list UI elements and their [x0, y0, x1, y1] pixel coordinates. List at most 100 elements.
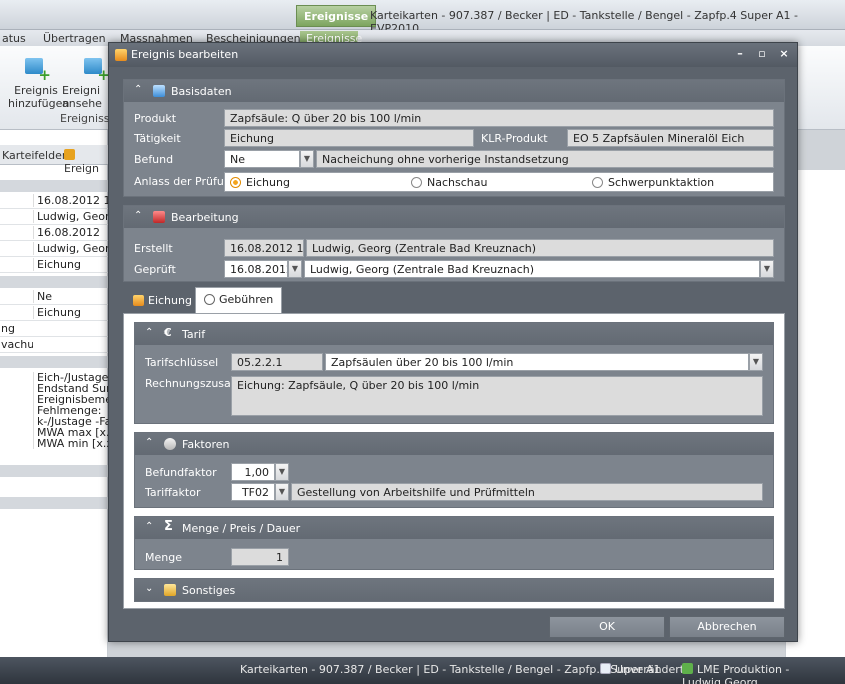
doctab-ereignisse[interactable]: Ereign — [64, 149, 108, 175]
radio-nachschau[interactable]: Nachschau — [411, 176, 487, 189]
menge-title: Menge / Preis / Dauer — [182, 522, 301, 535]
left-panel-cell: 16.08.2012 — [33, 226, 108, 239]
taetigkeit-field: Eichung — [224, 129, 474, 147]
befund-label: Befund — [134, 153, 174, 166]
left-panel-row[interactable]: Ludwig, Georg — [0, 210, 108, 225]
menge-field[interactable]: 1 — [231, 548, 289, 566]
chevron-down-icon[interactable]: ▼ — [760, 260, 774, 278]
close-button[interactable]: × — [775, 46, 793, 62]
radio-eichung[interactable]: Eichung — [230, 176, 290, 189]
context-tab-ereignisse[interactable]: Ereignisse — [296, 5, 377, 27]
tarifschluessel-label: Tarifschlüssel — [145, 356, 219, 369]
tab-eichung[interactable]: Eichung — [125, 289, 200, 313]
produkt-label: Produkt — [134, 112, 177, 125]
cancel-button[interactable]: Abbrechen — [669, 616, 785, 638]
left-panel-row[interactable]: ng — [0, 322, 108, 337]
rechnungszusatz-textarea[interactable]: Eichung: Zapfsäule, Q über 20 bis 100 l/… — [231, 376, 763, 416]
geprueft-user-select[interactable]: Ludwig, Georg (Zentrale Bad Kreuznach) — [304, 260, 760, 278]
menge-label: Menge — [145, 551, 182, 564]
left-panel-row[interactable]: Eichung — [0, 306, 108, 321]
left-panel-note-line: MWA min [x.xx — [37, 437, 108, 449]
view-event-label-2: ansehe — [62, 97, 102, 110]
anlass-radio-group: Eichung Nachschau Schwerpunktaktion — [224, 172, 774, 192]
chevron-down-icon[interactable]: ▼ — [300, 150, 314, 168]
status-user: LME Produktion - Ludwig,Georg — [682, 663, 845, 684]
menu-tab-status[interactable]: atus — [2, 32, 26, 45]
left-panel-row[interactable]: Eichung — [0, 258, 108, 273]
left-panel-row[interactable]: vachung — [0, 338, 108, 353]
note-icon — [164, 584, 176, 596]
doctab-ereignisse-label: Ereign — [64, 162, 100, 175]
bearbeitung-group: ⌃ Bearbeitung Erstellt 16.08.2012 11:00 … — [123, 205, 785, 282]
klr-produkt-label: KLR-Produkt — [481, 132, 548, 145]
tarifschluessel-select[interactable]: Zapfsäulen über 20 bis 100 l/min — [325, 353, 749, 371]
chevron-down-icon[interactable]: ▼ — [275, 483, 289, 501]
euro-icon: € — [164, 326, 172, 339]
ok-button[interactable]: OK — [549, 616, 665, 638]
tarif-header[interactable]: ⌃ € Tarif — [135, 323, 773, 345]
chevron-down-icon[interactable]: ▼ — [275, 463, 289, 481]
dialog-titlebar[interactable]: Ereignis bearbeiten – ▫ × — [109, 43, 797, 67]
geprueft-date-picker[interactable]: 16.08.2012 — [224, 260, 288, 278]
basisdaten-group: ⌃ Basisdaten Produkt Zapfsäule: Q über 2… — [123, 79, 785, 197]
menu-tab-uebertragen[interactable]: Übertragen — [43, 32, 106, 45]
app-titlebar: Ereignisse Karteikarten - 907.387 / Beck… — [0, 0, 845, 35]
add-event-icon — [23, 54, 51, 84]
left-panel-row[interactable]: Ludwig, Georg — [0, 242, 108, 257]
basisdaten-title: Basisdaten — [171, 85, 232, 98]
tariffaktor-select[interactable]: TF02 — [231, 483, 275, 501]
faktoren-group: ⌃ Faktoren Befundfaktor 1,00 ▼ Tariffakt… — [134, 432, 774, 508]
view-event-button[interactable]: Ereigni ansehe — [62, 54, 108, 110]
maximize-button[interactable]: ▫ — [753, 46, 771, 62]
basisdaten-header[interactable]: ⌃ Basisdaten — [124, 80, 784, 102]
befundfaktor-label: Befundfaktor — [145, 466, 217, 479]
befundfaktor-select[interactable]: 1,00 — [231, 463, 275, 481]
view-event-icon — [82, 54, 108, 84]
menge-header[interactable]: ⌃ Σ Menge / Preis / Dauer — [135, 517, 773, 539]
bearbeitung-header[interactable]: ⌃ Bearbeitung — [124, 206, 784, 228]
faktoren-header[interactable]: ⌃ Faktoren — [135, 433, 773, 455]
left-panel-notes: Eich-/JustagezaEndstand SummEreignisbeme… — [33, 372, 108, 449]
radio-schwerpunktaktion-label: Schwerpunktaktion — [608, 176, 715, 189]
bearbeitung-title: Bearbeitung — [171, 211, 239, 224]
left-panel-row[interactable]: 16.08.2012 11:00 — [0, 194, 108, 209]
status-user-label: LME Produktion - Ludwig,Georg — [682, 663, 790, 684]
menge-group: ⌃ Σ Menge / Preis / Dauer Menge 1 — [134, 516, 774, 570]
add-event-button[interactable]: Ereignis hinzufügen — [8, 54, 69, 110]
chevron-down-icon[interactable]: ▼ — [288, 260, 302, 278]
chevron-down-icon[interactable]: ⌄ — [145, 583, 153, 594]
befund-select[interactable]: Ne — [224, 150, 300, 168]
document-tabs: Karteifelder Ereign — [0, 145, 108, 175]
status-bar: Karteikarten - 907.387 / Becker | ED - T… — [0, 657, 845, 684]
left-panel-cell: vachung — [1, 338, 33, 351]
chevron-up-icon[interactable]: ⌃ — [134, 84, 142, 95]
left-panel-section-header — [0, 497, 108, 509]
chevron-up-icon[interactable]: ⌃ — [145, 521, 153, 532]
left-panel-cell: Eichung — [33, 258, 108, 271]
chevron-down-icon[interactable]: ▼ — [749, 353, 763, 371]
tarif-title: Tarif — [182, 328, 206, 341]
erstellt-date-field: 16.08.2012 11:00 — [224, 239, 304, 257]
geprueft-label: Geprüft — [134, 263, 176, 276]
chevron-up-icon[interactable]: ⌃ — [145, 327, 153, 338]
left-panel-cell: ng — [1, 322, 15, 335]
left-panel-row[interactable]: 16.08.2012 — [0, 226, 108, 241]
radio-selected-icon — [230, 177, 241, 188]
radio-nachschau-label: Nachschau — [427, 176, 488, 189]
minimize-button[interactable]: – — [731, 46, 749, 62]
doctab-karteifelder[interactable]: Karteifelder — [2, 149, 66, 162]
tab-gebuehren[interactable]: Gebühren — [195, 287, 283, 313]
radio-eichung-label: Eichung — [246, 176, 290, 189]
left-panel-section-header — [0, 356, 108, 368]
edit-event-dialog: Ereignis bearbeiten – ▫ × ⌃ Basisdaten P… — [108, 42, 798, 642]
add-event-label-1: Ereignis — [14, 84, 58, 97]
chevron-up-icon[interactable]: ⌃ — [145, 437, 153, 448]
left-panel-row[interactable]: Ne — [0, 290, 108, 305]
left-panel-section-header — [0, 465, 108, 477]
dialog-title: Ereignis bearbeiten — [131, 48, 239, 61]
status-state-label: Unverändert — [615, 663, 685, 676]
radio-unselected-icon — [411, 177, 422, 188]
sonstiges-header[interactable]: ⌄ Sonstiges — [135, 579, 773, 601]
radio-schwerpunktaktion[interactable]: Schwerpunktaktion — [592, 176, 714, 189]
chevron-up-icon[interactable]: ⌃ — [134, 210, 142, 221]
